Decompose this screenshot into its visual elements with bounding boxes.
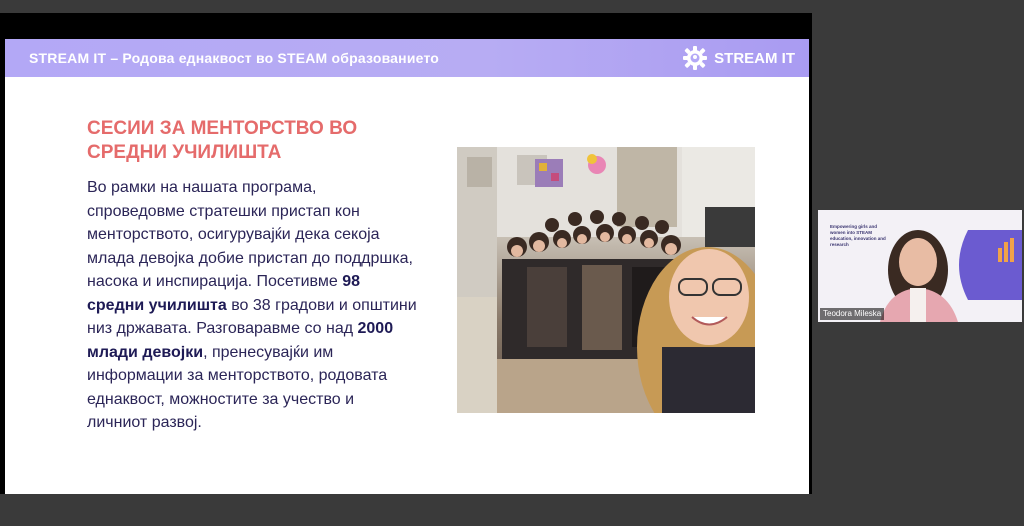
body-part-1: Во рамки на нашата програма, спроведовме… (87, 179, 413, 290)
slide-body-text: Во рамки на нашата програма, спроведовме… (87, 176, 417, 435)
slide: STREAM IT – Родова еднаквост во STEAM об… (5, 39, 809, 505)
presentation-stage: STREAM IT – Родова еднаквост во STEAM об… (0, 13, 812, 505)
slide-banner: STREAM IT – Родова еднаквост во STEAM об… (5, 39, 809, 77)
gear-logo-icon (683, 46, 708, 70)
participant-video-tile[interactable]: Empowering girls and women into STEAM ed… (818, 210, 1022, 322)
group-photo-icon (457, 147, 755, 413)
brand-name: STREAM IT (714, 49, 795, 67)
participant-name: Teodora Mileska (820, 308, 885, 320)
slide-heading: СЕСИИ ЗА МЕНТОРСТВО ВО СРЕДНИ УЧИЛИШТА (87, 117, 387, 165)
heading-line-1: СЕСИИ ЗА МЕНТОРСТВО ВО (87, 118, 358, 139)
thumb-slide-caption: Empowering girls and women into STEAM ed… (830, 224, 886, 247)
heading-line-2: СРЕДНИ УЧИЛИШТА (87, 142, 282, 163)
brand-logo: STREAM IT (682, 45, 795, 71)
banner-title: STREAM IT – Родова еднаквост во STEAM об… (29, 50, 440, 66)
group-photo (457, 147, 755, 413)
bottom-bar (0, 494, 1024, 526)
